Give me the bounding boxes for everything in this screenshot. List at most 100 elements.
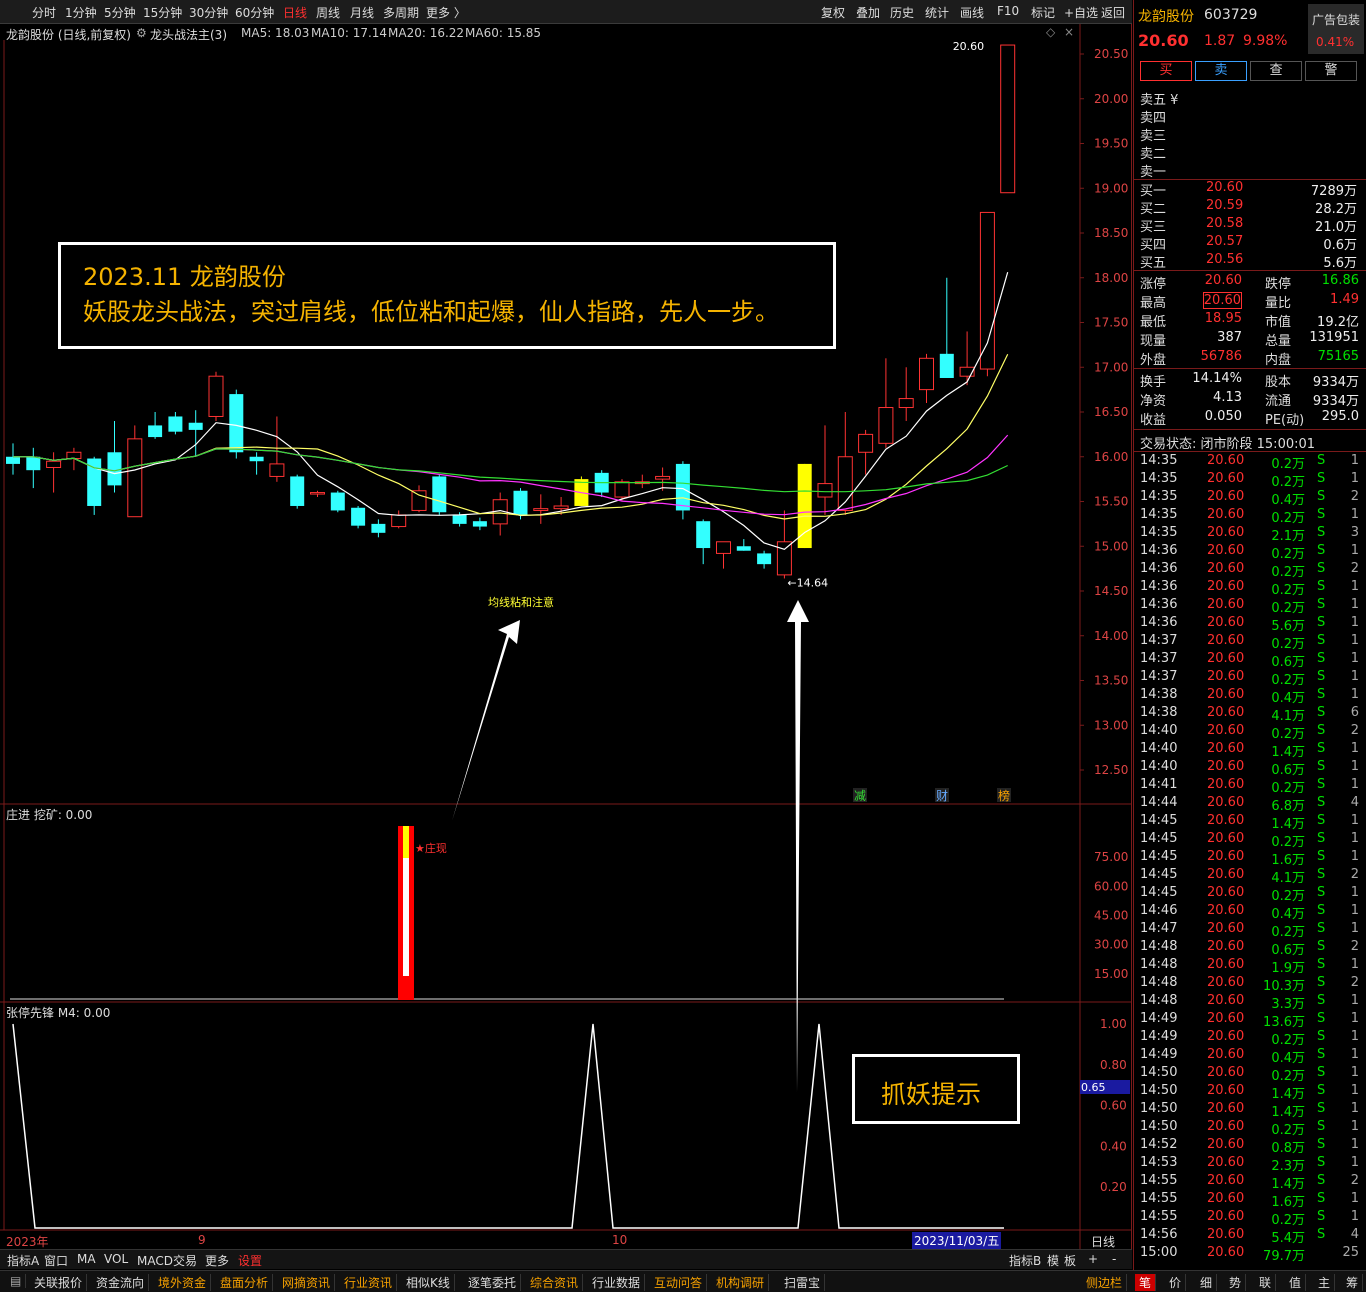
detail-tab-5[interactable]: 值 (1285, 1274, 1307, 1291)
buy-row-2[interactable]: 买三 20.58 21.0万 (1134, 216, 1366, 235)
indicator-right-tab-1[interactable]: 模 (1047, 1252, 1059, 1269)
alert-button[interactable]: 警 (1305, 61, 1357, 81)
menu-icon[interactable]: ▤ (6, 1274, 27, 1288)
candle-38 (776, 510, 792, 579)
query-button[interactable]: 查 (1250, 61, 1302, 81)
stat2-label: 净资 (1140, 394, 1167, 409)
indicator-tab-1[interactable]: 窗口 (44, 1252, 68, 1269)
catch-demon-label: 抓妖提示 (881, 1080, 982, 1109)
indicator-right-tab-4[interactable]: - (1112, 1252, 1116, 1266)
stat2-value2: 295.0 (1321, 409, 1359, 424)
buy-row-1[interactable]: 买二 20.59 28.2万 (1134, 198, 1366, 217)
date-label-year: 2023年 (6, 1235, 49, 1249)
sub1-tick-4: 15.00 (1094, 967, 1128, 981)
period-tab-6[interactable]: 日线 (283, 4, 307, 21)
period-tab-3[interactable]: 15分钟 (143, 4, 182, 21)
indicator-tab-0[interactable]: 指标A (7, 1252, 39, 1269)
detail-tab-1[interactable]: 价 (1165, 1274, 1187, 1291)
tick-row: 14:48 20.60 0.6万 S 2 (1134, 939, 1366, 958)
formula-name[interactable]: 龙头战法主(3) (150, 26, 227, 43)
tick-time: 14:45 (1140, 831, 1178, 846)
detail-tab-3[interactable]: 势 (1225, 1274, 1247, 1291)
info-tab-6[interactable]: 相似K线 (402, 1274, 455, 1291)
period-tab-8[interactable]: 月线 (350, 4, 374, 21)
info-tab-0[interactable]: 关联报价 (30, 1274, 88, 1291)
info-tab-5[interactable]: 行业资讯 (340, 1274, 398, 1291)
indicator-tab-6[interactable]: 设置 (238, 1252, 262, 1269)
candle-19 (391, 510, 407, 529)
indicator-tab-4[interactable]: MACD交易 (137, 1252, 197, 1269)
tick-side: S (1317, 1227, 1326, 1242)
info-tab-9[interactable]: 行业数据 (588, 1274, 646, 1291)
info-tab-1[interactable]: 资金流向 (92, 1274, 150, 1291)
period-tab-7[interactable]: 周线 (316, 4, 340, 21)
period-tab-1[interactable]: 1分钟 (65, 4, 97, 21)
tick-price: 20.60 (1207, 741, 1245, 756)
indicator-right-tab-0[interactable]: 指标B (1009, 1252, 1041, 1269)
sell-row-2: 卖三 (1134, 125, 1366, 144)
info-tab-8[interactable]: 综合资讯 (526, 1274, 584, 1291)
formula-gear-icon[interactable]: ⚙ (136, 26, 147, 40)
tool-button-8[interactable]: 返回 (1101, 4, 1125, 21)
detail-tab-0[interactable]: 笔 (1135, 1274, 1157, 1291)
tick-count: 1 (1350, 543, 1359, 558)
buy-row-4[interactable]: 买五 20.56 5.6万 (1134, 252, 1366, 271)
info-tab-12[interactable]: 扫雷宝 (780, 1274, 826, 1291)
tool-button-1[interactable]: 叠加 (856, 4, 880, 21)
stat2-label: 换手 (1140, 375, 1167, 390)
info-tab-3[interactable]: 盘面分析 (216, 1274, 274, 1291)
period-tab-2[interactable]: 5分钟 (104, 4, 136, 21)
tick-row: 14:35 20.60 0.2万 S 1 (1134, 471, 1366, 490)
tool-button-0[interactable]: 复权 (821, 4, 845, 21)
info-tab-11[interactable]: 机构调研 (712, 1274, 770, 1291)
info-tab-10[interactable]: 互动问答 (650, 1274, 708, 1291)
buy-row-0[interactable]: 买一 20.60 7289万 (1134, 180, 1366, 199)
tick-price: 20.60 (1207, 1101, 1245, 1116)
sell-button[interactable]: 卖 (1195, 61, 1247, 81)
tick-volume: 0.6万 (1271, 943, 1305, 958)
indicator-tab-2[interactable]: MA (77, 1252, 96, 1266)
tick-volume: 0.2万 (1271, 889, 1305, 904)
sector-label[interactable]: 广告包装 (1312, 11, 1360, 28)
stat-label: 涨停 (1140, 277, 1167, 292)
tool-button-6[interactable]: 标记 (1031, 4, 1055, 21)
buy-row-3[interactable]: 买四 20.57 0.6万 (1134, 234, 1366, 253)
detail-tab-2[interactable]: 细 (1196, 1274, 1218, 1291)
detail-tab-4[interactable]: 联 (1255, 1274, 1277, 1291)
tool-button-3[interactable]: 统计 (925, 4, 949, 21)
tick-side: S (1317, 1119, 1326, 1134)
tick-count: 1 (1350, 1137, 1359, 1152)
tick-count: 1 (1350, 759, 1359, 774)
tool-button-5[interactable]: F10 (997, 4, 1019, 18)
diamond-icon[interactable]: ◇ (1046, 25, 1055, 39)
tick-volume: 0.2万 (1271, 1069, 1305, 1084)
info-tab-2[interactable]: 境外资金 (154, 1274, 212, 1291)
buy-label: 买三 (1140, 220, 1167, 235)
sub2-tick-0: 1.00 (1100, 1017, 1127, 1031)
period-tab-10[interactable]: 更多 〉 (426, 4, 466, 21)
buy-button[interactable]: 买 (1140, 61, 1192, 81)
detail-tab-7[interactable]: 筹 (1342, 1274, 1364, 1291)
period-tab-9[interactable]: 多周期 (383, 4, 419, 21)
period-tab-4[interactable]: 30分钟 (189, 4, 228, 21)
tool-button-4[interactable]: 画线 (960, 4, 984, 21)
close-icon[interactable]: × (1064, 25, 1074, 39)
sidebar-toggle[interactable]: 侧边栏 (1082, 1274, 1128, 1291)
indicator-tab-5[interactable]: 更多 (205, 1252, 229, 1269)
price-tick-6: 17.50 (1094, 316, 1128, 330)
tick-time: 14:56 (1140, 1227, 1178, 1242)
tool-button-2[interactable]: 历史 (890, 4, 914, 21)
detail-tab-6[interactable]: 主 (1314, 1274, 1336, 1291)
tool-button-7[interactable]: +自选 (1064, 4, 1098, 21)
kline-chart-panel[interactable]: 20.50 20.00 19.50 19.00 18.50 18.00 17.50 17.00… (0, 24, 1132, 1249)
price-change: 1.87 (1204, 33, 1236, 49)
tick-volume: 0.2万 (1271, 637, 1305, 652)
info-tab-4[interactable]: 网摘资讯 (278, 1274, 336, 1291)
indicator-right-tab-2[interactable]: 板 (1064, 1252, 1076, 1269)
period-tab-0[interactable]: 分时 (32, 4, 56, 21)
period-tab-5[interactable]: 60分钟 (235, 4, 274, 21)
info-tab-7[interactable]: 逐笔委托 (464, 1274, 522, 1291)
indicator-right-tab-3[interactable]: + (1088, 1252, 1098, 1266)
indicator-tab-3[interactable]: VOL (104, 1252, 128, 1266)
annotation-box: 2023.11 龙韵股份 妖股龙头战法，突过肩线，低位粘和起爆，仙人指路，先人一… (58, 242, 836, 349)
